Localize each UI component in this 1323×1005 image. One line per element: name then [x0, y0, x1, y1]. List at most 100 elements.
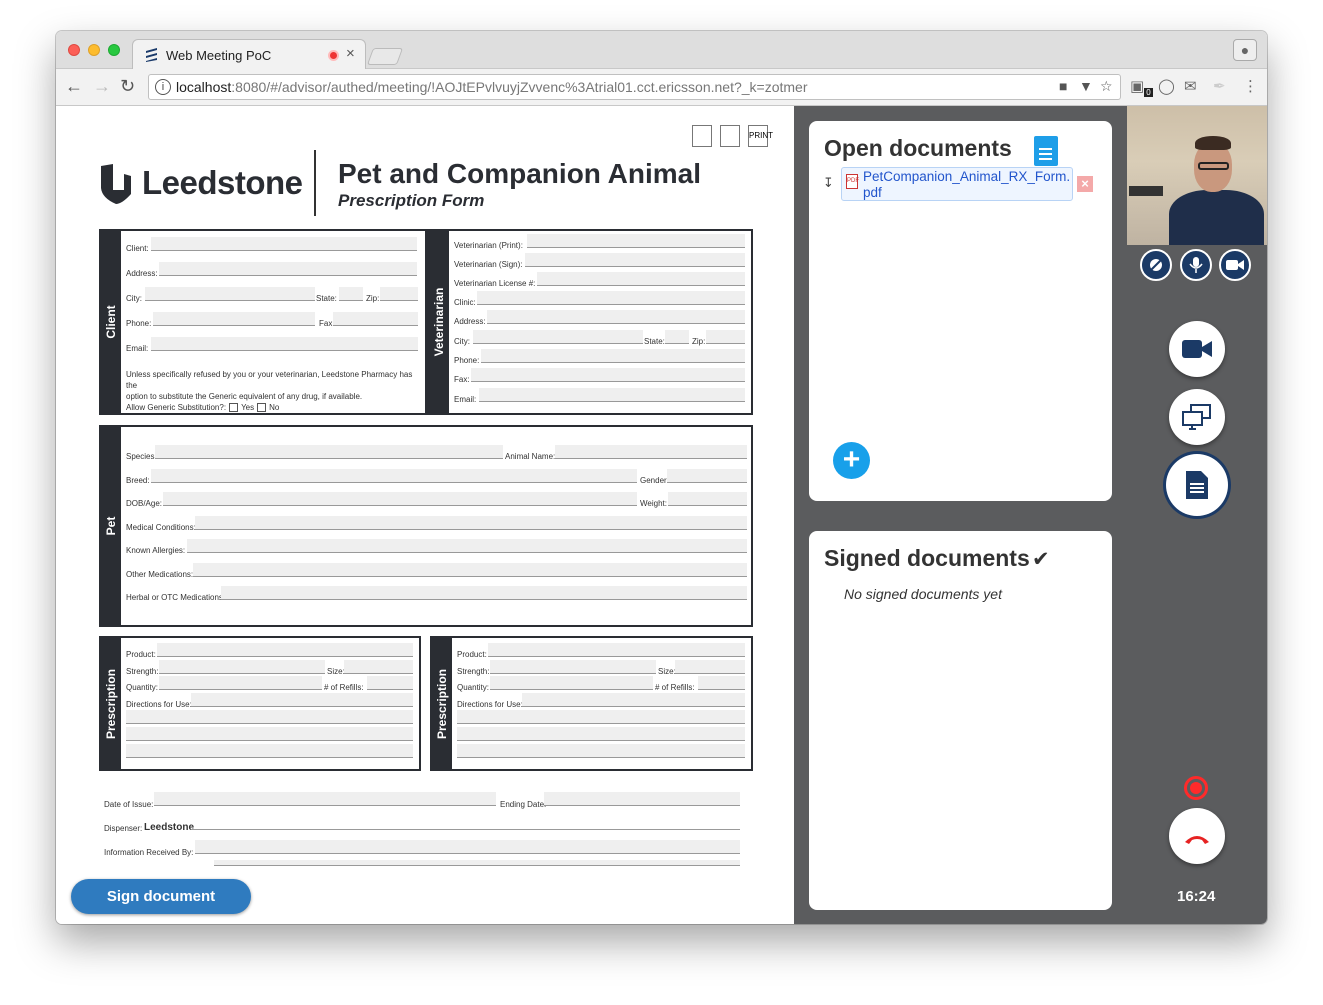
url-text[interactable]: localhost:8080/#/advisor/authed/meeting/… [176, 79, 808, 95]
bookmark-star-icon[interactable]: ☆ [1100, 78, 1113, 95]
size-label: Size: [327, 667, 345, 676]
size-field[interactable] [675, 660, 745, 674]
vet-sign-field[interactable] [525, 253, 745, 267]
generic-no-checkbox[interactable] [257, 403, 267, 413]
directions-field[interactable] [191, 693, 413, 707]
client-city-field[interactable] [145, 287, 315, 301]
client-phone-field[interactable] [153, 312, 315, 326]
vet-zip-field[interactable] [706, 330, 745, 344]
weight-field[interactable] [668, 492, 747, 506]
site-settings-icon[interactable]: ▼ [1079, 78, 1093, 94]
dob-field[interactable] [163, 492, 637, 506]
mail-extension-icon[interactable]: ✉ [1184, 77, 1197, 95]
pet-section: Pet Species: Animal Name: Breed: Gender:… [99, 425, 753, 627]
directions-line-3[interactable] [457, 727, 745, 741]
vet-address-label: Address: [454, 317, 486, 326]
info-received-field[interactable] [195, 840, 740, 854]
other-medications-field[interactable] [193, 563, 747, 577]
menu-icon[interactable]: ⋮ [1243, 77, 1258, 95]
video-call-button[interactable] [1169, 321, 1225, 377]
herbal-medications-field[interactable] [221, 586, 747, 600]
screen-share-button[interactable] [1169, 389, 1225, 445]
vet-phone-field[interactable] [481, 349, 745, 363]
viewer-page-icon[interactable] [720, 125, 740, 147]
documents-button[interactable] [1169, 457, 1225, 513]
forward-button[interactable]: → [93, 76, 111, 97]
reload-button[interactable]: ↻ [120, 76, 135, 97]
directions-line-2[interactable] [126, 710, 413, 724]
vet-clinic-field[interactable] [477, 291, 745, 305]
download-icon[interactable]: ↧ [823, 175, 834, 191]
new-tab-button[interactable] [366, 48, 404, 65]
refills-field[interactable] [698, 676, 745, 690]
back-button[interactable]: ← [65, 76, 83, 97]
known-allergies-field[interactable] [187, 539, 747, 553]
client-address-field[interactable] [159, 262, 417, 276]
client-fax-field[interactable] [333, 312, 418, 326]
camera-permission-icon[interactable]: ■ [1059, 78, 1067, 94]
generic-yes-checkbox[interactable] [229, 403, 239, 413]
directions-line-2[interactable] [457, 710, 745, 724]
minimize-window-button[interactable] [88, 44, 100, 56]
maximize-window-button[interactable] [108, 44, 120, 56]
close-window-button[interactable] [68, 44, 80, 56]
directions-field[interactable] [522, 693, 745, 707]
dispenser-field[interactable] [191, 816, 740, 830]
person-hair [1195, 136, 1231, 150]
vet-email-field[interactable] [479, 388, 745, 402]
remove-document-button[interactable]: × [1077, 176, 1093, 192]
directions-line-4[interactable] [457, 744, 745, 758]
breed-field[interactable] [151, 469, 637, 483]
sign-document-button[interactable]: Sign document [71, 879, 251, 914]
camera-button[interactable] [1219, 249, 1251, 281]
vet-license-field[interactable] [537, 272, 745, 286]
product-field[interactable] [488, 643, 745, 657]
product-field[interactable] [157, 643, 413, 657]
client-email-field[interactable] [151, 337, 418, 351]
strength-field[interactable] [159, 660, 325, 674]
browser-tab[interactable]: Web Meeting PoC × [132, 39, 366, 70]
strength-field[interactable] [490, 660, 656, 674]
vet-address-field[interactable] [487, 310, 745, 324]
vet-city-field[interactable] [473, 330, 643, 344]
lock-extension-icon[interactable]: ▣ 0 [1130, 77, 1153, 97]
dispenser-value: Leedstone [144, 822, 195, 833]
ending-date-field[interactable] [544, 792, 740, 806]
microphone-button[interactable] [1180, 249, 1212, 281]
vet-fax-field[interactable] [471, 368, 745, 382]
size-field[interactable] [344, 660, 413, 674]
client-section: Client Client: Address: City: State: Zip… [99, 229, 427, 415]
password-extension-icon[interactable]: ◯ [1158, 77, 1175, 95]
quantity-field[interactable] [159, 676, 322, 690]
client-field[interactable] [151, 237, 417, 251]
document-viewer[interactable]: PRINT Leedstone Pet and Companion Animal… [56, 106, 794, 924]
document-icon [1186, 471, 1208, 499]
viewer-print-icon[interactable]: PRINT [748, 125, 773, 147]
species-field[interactable] [155, 445, 503, 459]
gender-field[interactable] [667, 469, 747, 483]
directions-line-4[interactable] [126, 744, 413, 758]
add-document-button[interactable]: + [833, 442, 870, 479]
vet-state-field[interactable] [665, 330, 689, 344]
address-bar[interactable]: i localhost:8080/#/advisor/authed/meetin… [148, 74, 1121, 100]
hang-up-button[interactable] [1169, 808, 1225, 864]
profile-icon[interactable]: ● [1233, 39, 1257, 61]
open-document-item[interactable]: PDF PetCompanion_Animal_RX_Form.pdf [841, 167, 1073, 201]
vet-print-field[interactable] [527, 234, 745, 248]
chat-toggle-button[interactable] [1140, 249, 1172, 281]
background-tv [1129, 186, 1163, 196]
refills-field[interactable] [367, 676, 413, 690]
quantity-field[interactable] [490, 676, 653, 690]
viewer-fit-icon[interactable] [692, 125, 712, 147]
site-info-icon[interactable]: i [155, 79, 171, 95]
directions-line-3[interactable] [126, 727, 413, 741]
client-state-field[interactable] [339, 287, 363, 301]
client-zip-field[interactable] [380, 287, 418, 301]
medical-conditions-field[interactable] [195, 516, 747, 530]
document-file-name[interactable]: PetCompanion_Animal_RX_Form.pdf [863, 169, 1071, 201]
tab-close-button[interactable]: × [346, 45, 355, 62]
date-of-issue-field[interactable] [154, 792, 496, 806]
veterinarian-band: Veterinarian [429, 231, 449, 413]
animal-name-field[interactable] [555, 445, 747, 459]
feather-extension-icon[interactable]: ✒ [1213, 77, 1226, 95]
